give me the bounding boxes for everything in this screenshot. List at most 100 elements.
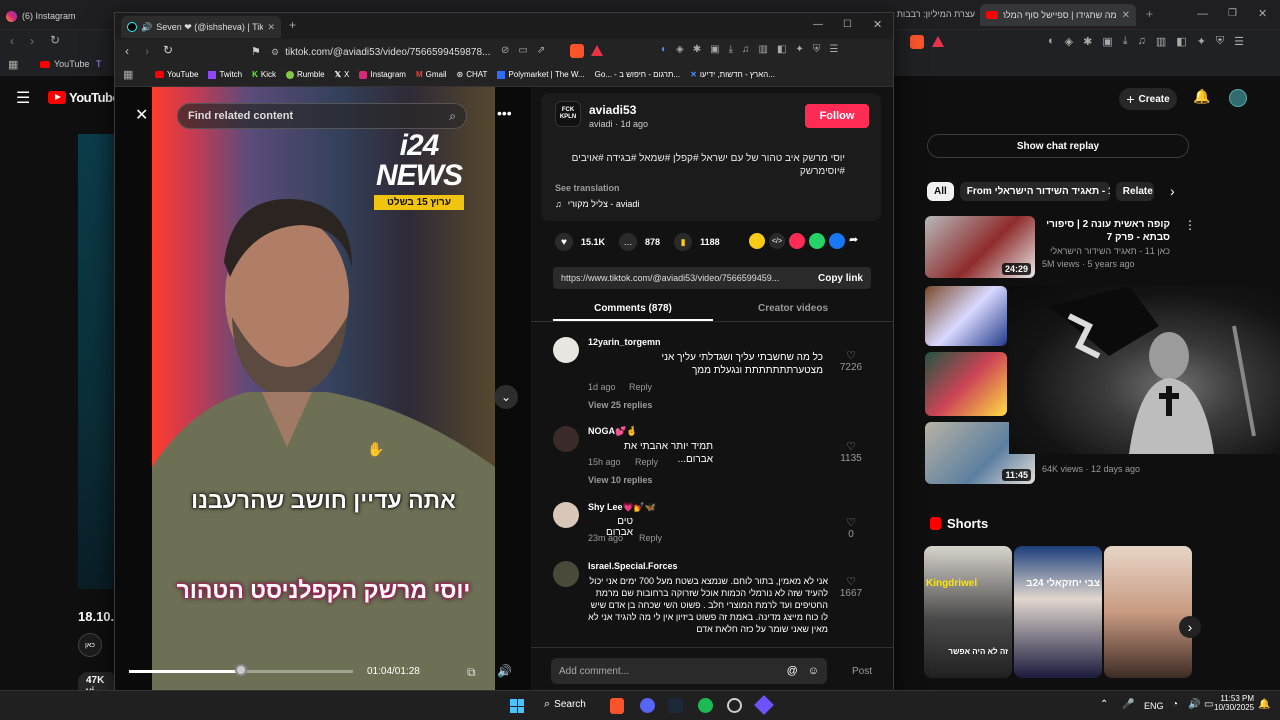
wallet-icon[interactable]: ▣ xyxy=(1102,35,1112,48)
reload-icon[interactable]: ↻ xyxy=(50,33,60,47)
avatar[interactable] xyxy=(553,337,579,363)
new-tab-icon[interactable]: + xyxy=(289,18,296,32)
minimize-icon[interactable]: — xyxy=(813,19,823,30)
bookmark-twitch[interactable]: Twitch xyxy=(208,70,242,79)
comment-like[interactable]: ♡ 1667 xyxy=(836,575,866,599)
youtube-logo[interactable]: YouTube xyxy=(48,90,120,105)
chevron-right-icon[interactable]: › xyxy=(1170,183,1175,199)
like-heart-icon[interactable]: ♡ xyxy=(836,516,866,529)
comment-like[interactable]: ♡ 7226 xyxy=(836,349,866,373)
reply-button[interactable]: Reply xyxy=(635,457,658,467)
bookmark-twitch[interactable]: T xyxy=(96,59,102,69)
see-translation-link[interactable]: See translation xyxy=(555,183,620,193)
maximize-icon[interactable]: ❐ xyxy=(1228,8,1237,19)
rec-video-title[interactable]: קופה ראשית עונה 2 | סיפורי סבתא - פרק 7 xyxy=(1040,218,1170,244)
minimize-icon[interactable]: — xyxy=(1197,8,1208,20)
rec-video-thumbnail[interactable]: 24:29 xyxy=(925,216,1035,278)
post-comment-button[interactable]: Post xyxy=(852,666,872,677)
menu-icon[interactable]: ☰ xyxy=(829,44,838,55)
bookmark-page-icon[interactable]: ⚑ xyxy=(251,45,261,58)
shield-icon[interactable]: ⛨ xyxy=(813,44,821,55)
bookmark-polymarket[interactable]: Polymarket | The W... xyxy=(497,70,585,79)
spotify-taskbar-icon[interactable] xyxy=(698,698,713,713)
shorts-next-icon[interactable]: › xyxy=(1179,616,1201,638)
bookmark-chat[interactable]: ⊛ CHAT xyxy=(457,70,488,79)
app-taskbar-icon[interactable] xyxy=(727,698,742,713)
share-dm-icon[interactable] xyxy=(789,233,805,249)
brave-shield-icon[interactable] xyxy=(910,35,924,49)
progress-thumb[interactable] xyxy=(235,664,247,676)
tab-instagram[interactable]: (6) Instagram xyxy=(6,6,114,26)
bookmark-youtube[interactable]: YouTube xyxy=(155,70,198,79)
short-thumbnail-2[interactable]: צבי יחזקאלי 24ב xyxy=(1014,546,1102,678)
tray-chevron-icon[interactable]: ⌃ xyxy=(1100,699,1108,710)
clock[interactable]: 11:53 PM 10/30/2025 xyxy=(1214,694,1254,712)
hamburger-menu-icon[interactable]: ☰ xyxy=(16,88,30,108)
extension-icon[interactable]: ✱ xyxy=(693,44,701,55)
video-player[interactable]: i24 NEWS ערוץ 15 בשלט אתה עדיין חושב שהר… xyxy=(115,87,531,690)
notification-icon[interactable]: 🔔 xyxy=(1258,699,1270,710)
more-options-icon[interactable]: ⋮ xyxy=(1184,218,1196,232)
reply-button[interactable]: Reply xyxy=(639,533,662,543)
picture-in-picture-icon[interactable]: ⧉ xyxy=(467,665,476,680)
comment-username[interactable]: Israel.Special.Forces xyxy=(588,561,678,571)
rec-video-thumbnail-2[interactable] xyxy=(925,286,1007,346)
bookmark-haaretz[interactable]: ✕ הארץ - חדשות, ידיעו... xyxy=(690,70,775,79)
add-comment-input[interactable]: Add comment... @ ☺ xyxy=(551,658,827,684)
share-repost-icon[interactable] xyxy=(749,233,765,249)
back-icon[interactable]: ‹ xyxy=(125,44,129,58)
reply-button[interactable]: Reply xyxy=(629,382,652,392)
chip-from-channel[interactable]: From כאן 11 - תאגיד השידור הישראלי xyxy=(959,182,1110,201)
back-icon[interactable]: ‹ xyxy=(10,34,14,48)
creator-avatar[interactable]: FCK KPLN xyxy=(555,101,581,127)
bookmark-instagram[interactable]: Instagram xyxy=(359,70,406,79)
split-icon[interactable]: ◧ xyxy=(1176,35,1186,48)
chip-all[interactable]: All xyxy=(927,182,954,201)
apps-grid-icon[interactable]: ▦ xyxy=(123,68,133,81)
more-options-icon[interactable]: ••• xyxy=(497,105,512,121)
download-icon[interactable]: ⤓ xyxy=(1123,35,1128,48)
tab-rally[interactable]: עצרת המיליון: רבבות xyxy=(895,9,975,19)
taskbar-search[interactable]: ⌕ Search xyxy=(544,698,586,711)
comment-like[interactable]: ♡ 1135 xyxy=(836,440,866,464)
comment-username[interactable]: Shy Lee💗💅🦋 xyxy=(588,502,656,513)
emoji-icon[interactable]: ☺ xyxy=(808,665,819,677)
search-icon[interactable]: ⌕ xyxy=(449,109,456,124)
reload-icon[interactable]: ↻ xyxy=(163,43,173,57)
create-button[interactable]: + Create xyxy=(1119,88,1177,110)
microphone-icon[interactable]: 🎤 xyxy=(1122,699,1134,710)
channel-avatar[interactable]: כאן xyxy=(78,633,102,657)
leo-icon[interactable]: ✦ xyxy=(1197,35,1206,48)
bookmark-gmail[interactable]: M Gmail xyxy=(416,70,447,79)
shield-icon[interactable]: ⛨ xyxy=(1216,35,1224,48)
share-icon[interactable]: ⇗ xyxy=(537,45,545,56)
comment-like[interactable]: ♡ 0 xyxy=(836,516,866,540)
mute-site-icon[interactable]: ⊘ xyxy=(501,45,509,56)
avatar[interactable] xyxy=(553,426,579,452)
short-thumbnail-3[interactable] xyxy=(1104,546,1192,678)
view-replies-link[interactable]: View 25 replies xyxy=(588,400,652,410)
site-info-icon[interactable]: ⚙ xyxy=(271,47,279,58)
bookmark-kick[interactable]: K Kick xyxy=(252,70,276,79)
avatar[interactable] xyxy=(553,502,579,528)
windows-start-icon[interactable] xyxy=(510,699,524,713)
cast-icon[interactable]: ▭ xyxy=(518,45,527,56)
sidebar-icon[interactable]: ▥ xyxy=(1156,35,1166,48)
tab-tiktok[interactable]: 🔊 Seven ❤ (@ishsheva) | TikTok ✕ xyxy=(121,16,281,38)
vpn-icon[interactable]: ◈ xyxy=(676,44,684,55)
comment-username[interactable]: 12yarin_torgemn xyxy=(588,337,661,347)
battery-icon[interactable]: ▭ xyxy=(1204,699,1213,710)
brave-rewards-icon[interactable] xyxy=(932,36,944,47)
bookmark-x[interactable]: 𝕏X xyxy=(335,70,350,79)
comment-bubble-icon[interactable]: … xyxy=(619,233,638,251)
tab-creator-videos[interactable]: Creator videos xyxy=(713,303,873,314)
apps-grid-icon[interactable]: ▦ xyxy=(8,58,18,71)
extension-icon[interactable]: ✱ xyxy=(1083,35,1092,48)
copy-link-button[interactable]: Copy link xyxy=(810,273,871,284)
steam-taskbar-icon[interactable] xyxy=(668,698,683,713)
show-chat-replay-button[interactable]: Show chat replay xyxy=(927,134,1189,158)
comment-username[interactable]: NOGA💕🤞 xyxy=(588,426,637,437)
tab-active-youtube[interactable]: מה שתגידו | ספיישל סוף המלחמה ✕ xyxy=(980,4,1136,26)
brave-rewards-icon[interactable] xyxy=(591,45,603,56)
avatar[interactable] xyxy=(553,561,579,587)
